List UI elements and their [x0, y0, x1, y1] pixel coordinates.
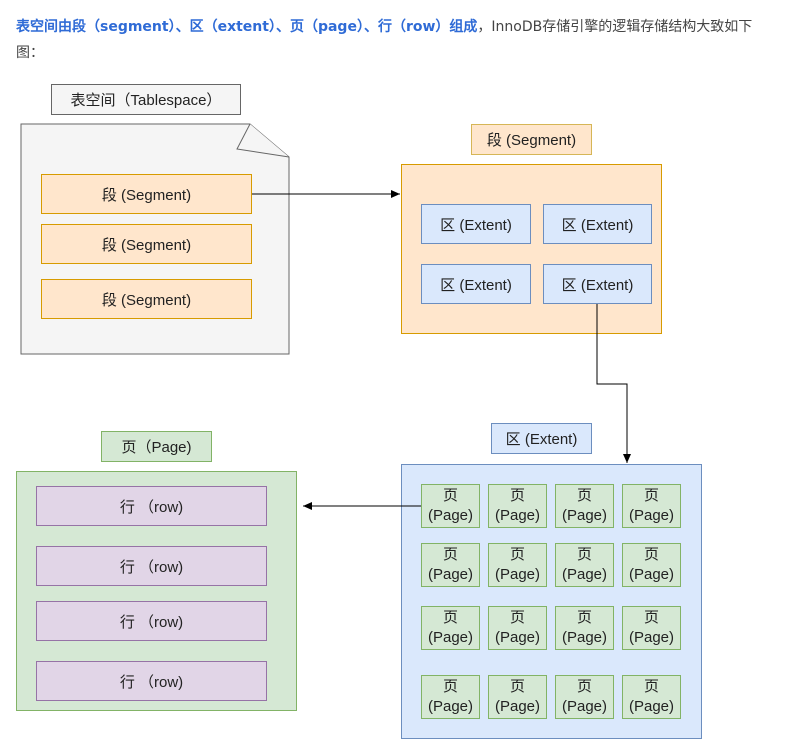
connector-arrows — [252, 190, 631, 510]
extent-to-extent-detail-arrow — [596, 304, 631, 463]
